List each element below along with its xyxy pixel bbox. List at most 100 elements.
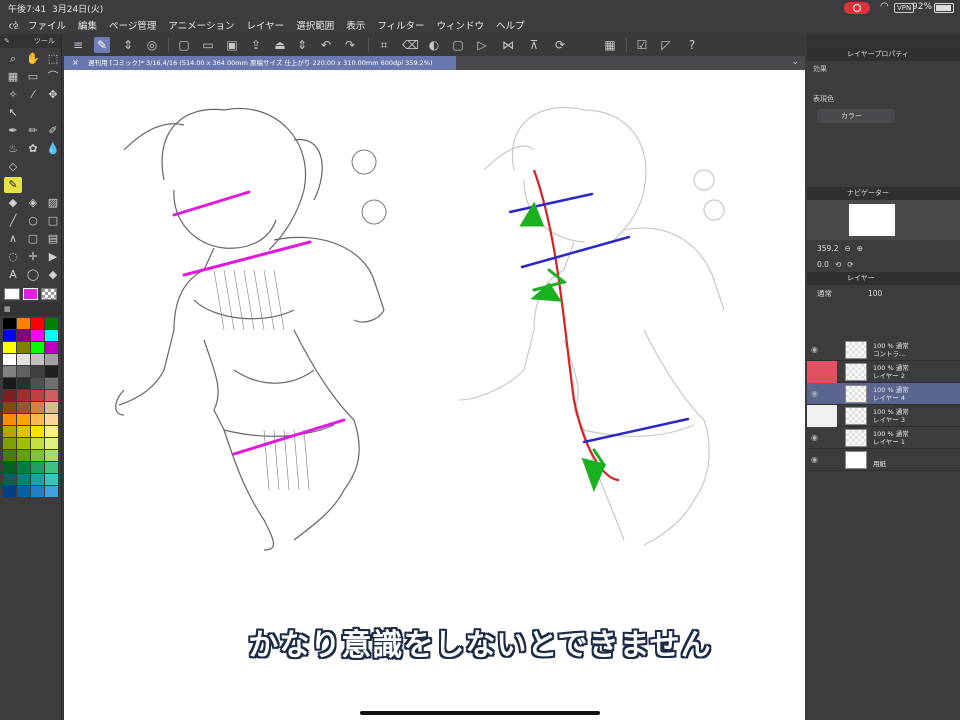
expression-color-select[interactable]: カラー bbox=[817, 109, 895, 123]
hand-tool-icon[interactable]: ✋ bbox=[24, 51, 42, 67]
menu-filter[interactable]: フィルター bbox=[377, 18, 424, 32]
select-tool-icon[interactable]: ⬚ bbox=[44, 51, 62, 67]
palette-color-swatch[interactable] bbox=[31, 354, 44, 365]
palette-color-swatch[interactable] bbox=[31, 462, 44, 473]
palette-color-swatch[interactable] bbox=[3, 474, 16, 485]
rect-selection-icon[interactable]: ▢ bbox=[450, 37, 466, 53]
palette-color-swatch[interactable] bbox=[17, 330, 30, 341]
gradient-icon[interactable]: ▨ bbox=[44, 195, 62, 211]
balloon-icon[interactable]: ◌ bbox=[4, 249, 22, 265]
pencil-tool-icon[interactable]: ✏ bbox=[24, 123, 42, 139]
pen-mode-icon[interactable]: ✎ bbox=[94, 37, 110, 53]
menu-layer[interactable]: レイヤー bbox=[246, 18, 284, 32]
layer-opacity[interactable]: 100 bbox=[868, 289, 882, 298]
line-tool-icon[interactable]: ╱ bbox=[4, 213, 22, 229]
layer-row[interactable]: ◉ 100 % 通常 レイヤー 1 bbox=[807, 427, 960, 449]
correct-line-icon[interactable]: ▶ bbox=[44, 249, 62, 265]
lasso-icon[interactable]: ⌒ bbox=[44, 69, 62, 85]
palette-color-swatch[interactable] bbox=[45, 402, 58, 413]
export-icon[interactable]: ⇪ bbox=[248, 37, 264, 53]
open-icon[interactable]: ▭ bbox=[200, 37, 216, 53]
airbrush-icon[interactable]: ♨ bbox=[4, 141, 22, 157]
pen-tool-icon[interactable]: ✒ bbox=[4, 123, 22, 139]
palette-color-swatch[interactable] bbox=[45, 462, 58, 473]
blend-mode[interactable]: 通常 bbox=[817, 288, 832, 299]
main-color-swatch[interactable] bbox=[4, 288, 20, 300]
palette-color-swatch[interactable] bbox=[45, 366, 58, 377]
help-icon[interactable]: ? bbox=[684, 37, 700, 53]
palette-color-swatch[interactable] bbox=[31, 426, 44, 437]
active-pen-icon[interactable]: ✎ bbox=[4, 177, 22, 193]
palette-color-swatch[interactable] bbox=[17, 390, 30, 401]
palette-color-swatch[interactable] bbox=[3, 450, 16, 461]
palette-color-swatch[interactable] bbox=[45, 426, 58, 437]
object-select-icon[interactable]: ↖ bbox=[4, 105, 22, 121]
rotate-icon[interactable]: ⟳ bbox=[552, 37, 568, 53]
zoom-out-icon[interactable]: ⊖ bbox=[844, 244, 850, 253]
palette-color-swatch[interactable] bbox=[3, 378, 16, 389]
rotation-value[interactable]: 0.0 bbox=[817, 260, 829, 269]
brush-tool-icon[interactable]: ✐ bbox=[44, 123, 62, 139]
palette-color-swatch[interactable] bbox=[31, 402, 44, 413]
eyedropper-icon[interactable]: ⁄ bbox=[24, 87, 42, 103]
layer-row[interactable]: ◉ 用紙 bbox=[807, 449, 960, 471]
palette-color-swatch[interactable] bbox=[3, 402, 16, 413]
gradient-fill-icon[interactable]: ◈ bbox=[24, 195, 42, 211]
palette-color-swatch[interactable] bbox=[17, 426, 30, 437]
palette-color-swatch[interactable] bbox=[3, 318, 16, 329]
eraser-icon[interactable]: ◇ bbox=[4, 159, 22, 175]
menu-selection[interactable]: 選択範囲 bbox=[296, 18, 334, 32]
blend-icon[interactable]: ◆ bbox=[44, 267, 62, 283]
palette-color-swatch[interactable] bbox=[3, 486, 16, 497]
flip-icon[interactable]: ⋈ bbox=[500, 37, 516, 53]
grid-icon[interactable]: ▦ bbox=[602, 37, 618, 53]
menu-page[interactable]: ページ管理 bbox=[109, 18, 156, 32]
chevron-down-icon[interactable]: ⌄ bbox=[791, 57, 799, 67]
text-tool-icon[interactable]: A bbox=[4, 267, 22, 283]
eye-icon[interactable]: ◉ bbox=[811, 389, 818, 398]
palette-color-swatch[interactable] bbox=[31, 318, 44, 329]
palette-color-swatch[interactable] bbox=[17, 402, 30, 413]
close-tab-icon[interactable]: × bbox=[72, 56, 79, 70]
ruler-icon[interactable]: ▤ bbox=[44, 231, 62, 247]
rotate-left-icon[interactable]: ⟲ bbox=[835, 260, 841, 269]
eye-icon[interactable]: ◉ bbox=[811, 345, 818, 354]
zoom-value[interactable]: 359.2 bbox=[817, 244, 838, 253]
palette-color-swatch[interactable] bbox=[3, 354, 16, 365]
ink-drop-icon[interactable]: 💧 bbox=[44, 141, 62, 157]
polyline-icon[interactable]: ∧ bbox=[4, 231, 22, 247]
palette-color-swatch[interactable] bbox=[17, 414, 30, 425]
palette-color-swatch[interactable] bbox=[17, 462, 30, 473]
palette-color-swatch[interactable] bbox=[17, 318, 30, 329]
layer-row-selected[interactable]: ◉ 100 % 通常 レイヤー 4 bbox=[807, 383, 960, 405]
sub-color-swatch[interactable] bbox=[22, 288, 39, 300]
transform-icon[interactable]: ✛ bbox=[24, 249, 42, 265]
menu-window[interactable]: ウィンドウ bbox=[437, 18, 485, 32]
palette-color-swatch[interactable] bbox=[45, 378, 58, 389]
palette-color-swatch[interactable] bbox=[45, 486, 58, 497]
palette-color-swatch[interactable] bbox=[31, 330, 44, 341]
layer-row[interactable]: 100 % 通常 レイヤー 3 bbox=[807, 405, 960, 427]
ruler-snap-icon[interactable]: ◸ bbox=[658, 37, 674, 53]
palette-color-swatch[interactable] bbox=[31, 474, 44, 485]
frame-icon[interactable]: ▢ bbox=[24, 231, 42, 247]
crop-icon[interactable]: ⌗ bbox=[376, 37, 392, 53]
screen-record-icon[interactable] bbox=[844, 2, 870, 14]
new-icon[interactable]: ▢ bbox=[176, 37, 192, 53]
palette-color-swatch[interactable] bbox=[31, 450, 44, 461]
magic-wand-icon[interactable]: ✧ bbox=[4, 87, 22, 103]
palette-color-swatch[interactable] bbox=[3, 390, 16, 401]
palette-color-swatch[interactable] bbox=[45, 474, 58, 485]
transparent-swatch[interactable] bbox=[41, 288, 58, 300]
stepper2-icon[interactable]: ⇕ bbox=[294, 37, 310, 53]
rect-select-icon[interactable]: ▭ bbox=[24, 69, 42, 85]
palette-color-swatch[interactable] bbox=[3, 342, 16, 353]
palette-color-swatch[interactable] bbox=[3, 330, 16, 341]
palette-color-swatch[interactable] bbox=[31, 438, 44, 449]
menu-edit[interactable]: 編集 bbox=[78, 18, 97, 32]
clear-icon[interactable]: ⌫ bbox=[402, 37, 419, 53]
zoom-tool-icon[interactable]: ⌕ bbox=[4, 51, 22, 67]
palette-color-swatch[interactable] bbox=[31, 366, 44, 377]
fill-selection-icon[interactable]: ◐ bbox=[426, 37, 442, 53]
eye-icon[interactable]: ◉ bbox=[811, 455, 818, 464]
